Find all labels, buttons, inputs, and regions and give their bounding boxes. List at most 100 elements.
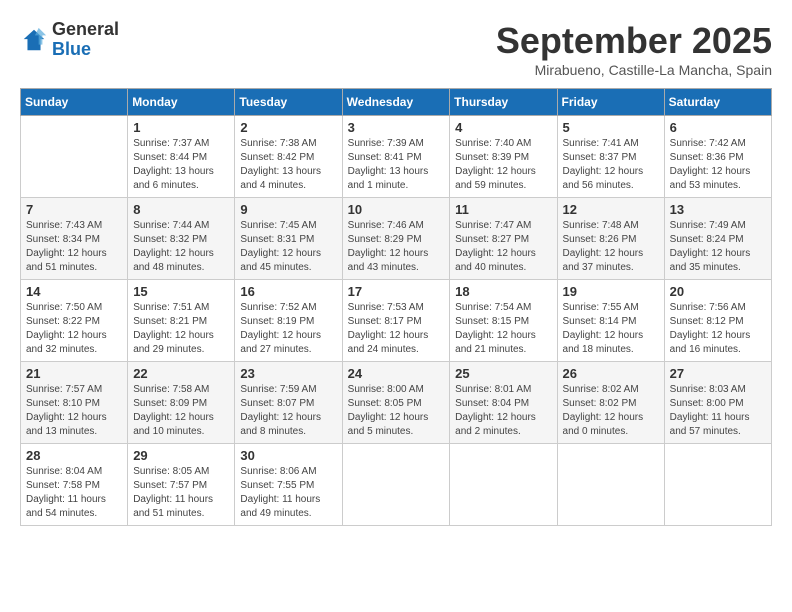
day-cell: 23Sunrise: 7:59 AMSunset: 8:07 PMDayligh… <box>235 362 342 444</box>
day-number: 1 <box>133 120 229 135</box>
day-info: Sunrise: 7:37 AMSunset: 8:44 PMDaylight:… <box>133 137 229 193</box>
day-cell: 29 Sunrise: 8:05 AMSunset: 7:57 PMDayligh… <box>128 444 235 526</box>
day-number: 18 <box>455 284 551 299</box>
column-header-friday: Friday <box>557 89 664 116</box>
day-number: 2 <box>240 120 336 135</box>
day-number: 9 <box>240 202 336 217</box>
day-number: 8 <box>133 202 229 217</box>
day-cell: 19 Sunrise: 7:55 AMSunset: 8:14 PMDayligh… <box>557 280 664 362</box>
day-number: 7 <box>26 202 122 217</box>
day-cell: 4Sunrise: 7:40 AMSunset: 8:39 PMDaylight… <box>450 116 557 198</box>
day-number: 22 <box>133 366 229 381</box>
day-number: 5 <box>563 120 659 135</box>
column-header-thursday: Thursday <box>450 89 557 116</box>
day-info: Sunrise: 7:48 AMSunset: 8:26 PMDaylight:… <box>563 219 659 275</box>
day-info: Sunrise: 7:46 AMSunset: 8:29 PMDaylight:… <box>348 219 445 275</box>
day-info: Sunrise: 7:50 AMSunset: 8:22 PMDaylight:… <box>26 301 122 357</box>
logo-icon <box>20 26 48 54</box>
day-cell: 13 Sunrise: 7:49 AMSunset: 8:24 PMDayligh… <box>664 198 771 280</box>
day-number: 24 <box>348 366 445 381</box>
column-header-monday: Monday <box>128 89 235 116</box>
week-row-4: 21 Sunrise: 7:57 AMSunset: 8:10 PMDayligh… <box>21 362 772 444</box>
day-number: 3 <box>348 120 445 135</box>
column-header-tuesday: Tuesday <box>235 89 342 116</box>
day-cell: 10 Sunrise: 7:46 AMSunset: 8:29 PMDayligh… <box>342 198 450 280</box>
day-info: Sunrise: 7:55 AMSunset: 8:14 PMDaylight:… <box>563 301 659 357</box>
day-info: Sunrise: 7:57 AMSunset: 8:10 PMDaylight:… <box>26 383 122 439</box>
day-number: 29 <box>133 448 229 463</box>
day-number: 20 <box>670 284 766 299</box>
day-cell: 5 Sunrise: 7:41 AMSunset: 8:37 PMDaylight… <box>557 116 664 198</box>
month-title: September 2025 <box>496 20 772 62</box>
column-header-sunday: Sunday <box>21 89 128 116</box>
day-info: Sunrise: 7:43 AMSunset: 8:34 PMDaylight:… <box>26 219 122 275</box>
day-info: Sunrise: 7:51 AMSunset: 8:21 PMDaylight:… <box>133 301 229 357</box>
day-cell: 9Sunrise: 7:45 AMSunset: 8:31 PMDaylight… <box>235 198 342 280</box>
day-info: Sunrise: 7:39 AMSunset: 8:41 PMDaylight:… <box>348 137 445 193</box>
day-number: 19 <box>563 284 659 299</box>
day-cell: 3 Sunrise: 7:39 AMSunset: 8:41 PMDaylight… <box>342 116 450 198</box>
day-info: Sunrise: 8:01 AMSunset: 8:04 PMDaylight:… <box>455 383 551 439</box>
day-info: Sunrise: 7:54 AMSunset: 8:15 PMDaylight:… <box>455 301 551 357</box>
day-info: Sunrise: 7:53 AMSunset: 8:17 PMDaylight:… <box>348 301 445 357</box>
day-cell: 1 Sunrise: 7:37 AMSunset: 8:44 PMDaylight… <box>128 116 235 198</box>
day-cell: 28 Sunrise: 8:04 AMSunset: 7:58 PMDayligh… <box>21 444 128 526</box>
week-row-5: 28 Sunrise: 8:04 AMSunset: 7:58 PMDayligh… <box>21 444 772 526</box>
column-header-wednesday: Wednesday <box>342 89 450 116</box>
week-row-1: 1 Sunrise: 7:37 AMSunset: 8:44 PMDaylight… <box>21 116 772 198</box>
day-cell <box>21 116 128 198</box>
day-info: Sunrise: 7:47 AMSunset: 8:27 PMDaylight:… <box>455 219 551 275</box>
day-info: Sunrise: 8:02 AMSunset: 8:02 PMDaylight:… <box>563 383 659 439</box>
day-cell <box>557 444 664 526</box>
day-cell <box>450 444 557 526</box>
day-cell: 24 Sunrise: 8:00 AMSunset: 8:05 PMDayligh… <box>342 362 450 444</box>
day-cell: 15 Sunrise: 7:51 AMSunset: 8:21 PMDayligh… <box>128 280 235 362</box>
day-number: 13 <box>670 202 766 217</box>
title-block: September 2025 Mirabueno, Castille-La Ma… <box>496 20 772 78</box>
day-info: Sunrise: 8:05 AMSunset: 7:57 PMDaylight:… <box>133 465 229 521</box>
day-cell: 25Sunrise: 8:01 AMSunset: 8:04 PMDayligh… <box>450 362 557 444</box>
day-number: 30 <box>240 448 336 463</box>
logo-text: General Blue <box>52 20 119 60</box>
day-cell: 12 Sunrise: 7:48 AMSunset: 8:26 PMDayligh… <box>557 198 664 280</box>
day-cell: 7 Sunrise: 7:43 AMSunset: 8:34 PMDaylight… <box>21 198 128 280</box>
day-number: 12 <box>563 202 659 217</box>
day-number: 10 <box>348 202 445 217</box>
day-info: Sunrise: 8:00 AMSunset: 8:05 PMDaylight:… <box>348 383 445 439</box>
day-cell <box>664 444 771 526</box>
day-number: 16 <box>240 284 336 299</box>
day-info: Sunrise: 7:44 AMSunset: 8:32 PMDaylight:… <box>133 219 229 275</box>
day-info: Sunrise: 8:04 AMSunset: 7:58 PMDaylight:… <box>26 465 122 521</box>
column-header-saturday: Saturday <box>664 89 771 116</box>
day-info: Sunrise: 7:38 AMSunset: 8:42 PMDaylight:… <box>240 137 336 193</box>
day-number: 28 <box>26 448 122 463</box>
location: Mirabueno, Castille-La Mancha, Spain <box>496 62 772 78</box>
calendar-table: SundayMondayTuesdayWednesdayThursdayFrid… <box>20 88 772 526</box>
day-number: 6 <box>670 120 766 135</box>
day-number: 14 <box>26 284 122 299</box>
day-info: Sunrise: 7:58 AMSunset: 8:09 PMDaylight:… <box>133 383 229 439</box>
day-cell: 22 Sunrise: 7:58 AMSunset: 8:09 PMDayligh… <box>128 362 235 444</box>
day-cell: 26 Sunrise: 8:02 AMSunset: 8:02 PMDayligh… <box>557 362 664 444</box>
day-info: Sunrise: 8:03 AMSunset: 8:00 PMDaylight:… <box>670 383 766 439</box>
day-info: Sunrise: 7:56 AMSunset: 8:12 PMDaylight:… <box>670 301 766 357</box>
day-cell: 6Sunrise: 7:42 AMSunset: 8:36 PMDaylight… <box>664 116 771 198</box>
day-number: 21 <box>26 366 122 381</box>
day-number: 4 <box>455 120 551 135</box>
day-cell: 27Sunrise: 8:03 AMSunset: 8:00 PMDayligh… <box>664 362 771 444</box>
day-number: 26 <box>563 366 659 381</box>
day-cell: 30Sunrise: 8:06 AMSunset: 7:55 PMDayligh… <box>235 444 342 526</box>
day-info: Sunrise: 7:41 AMSunset: 8:37 PMDaylight:… <box>563 137 659 193</box>
page-header: General Blue September 2025 Mirabueno, C… <box>20 20 772 78</box>
day-cell: 20 Sunrise: 7:56 AMSunset: 8:12 PMDayligh… <box>664 280 771 362</box>
week-row-2: 7 Sunrise: 7:43 AMSunset: 8:34 PMDaylight… <box>21 198 772 280</box>
day-cell: 21 Sunrise: 7:57 AMSunset: 8:10 PMDayligh… <box>21 362 128 444</box>
logo: General Blue <box>20 20 119 60</box>
day-number: 17 <box>348 284 445 299</box>
week-row-3: 14 Sunrise: 7:50 AMSunset: 8:22 PMDayligh… <box>21 280 772 362</box>
day-info: Sunrise: 7:49 AMSunset: 8:24 PMDaylight:… <box>670 219 766 275</box>
day-number: 15 <box>133 284 229 299</box>
day-cell: 17 Sunrise: 7:53 AMSunset: 8:17 PMDayligh… <box>342 280 450 362</box>
day-number: 23 <box>240 366 336 381</box>
day-cell: 16Sunrise: 7:52 AMSunset: 8:19 PMDayligh… <box>235 280 342 362</box>
